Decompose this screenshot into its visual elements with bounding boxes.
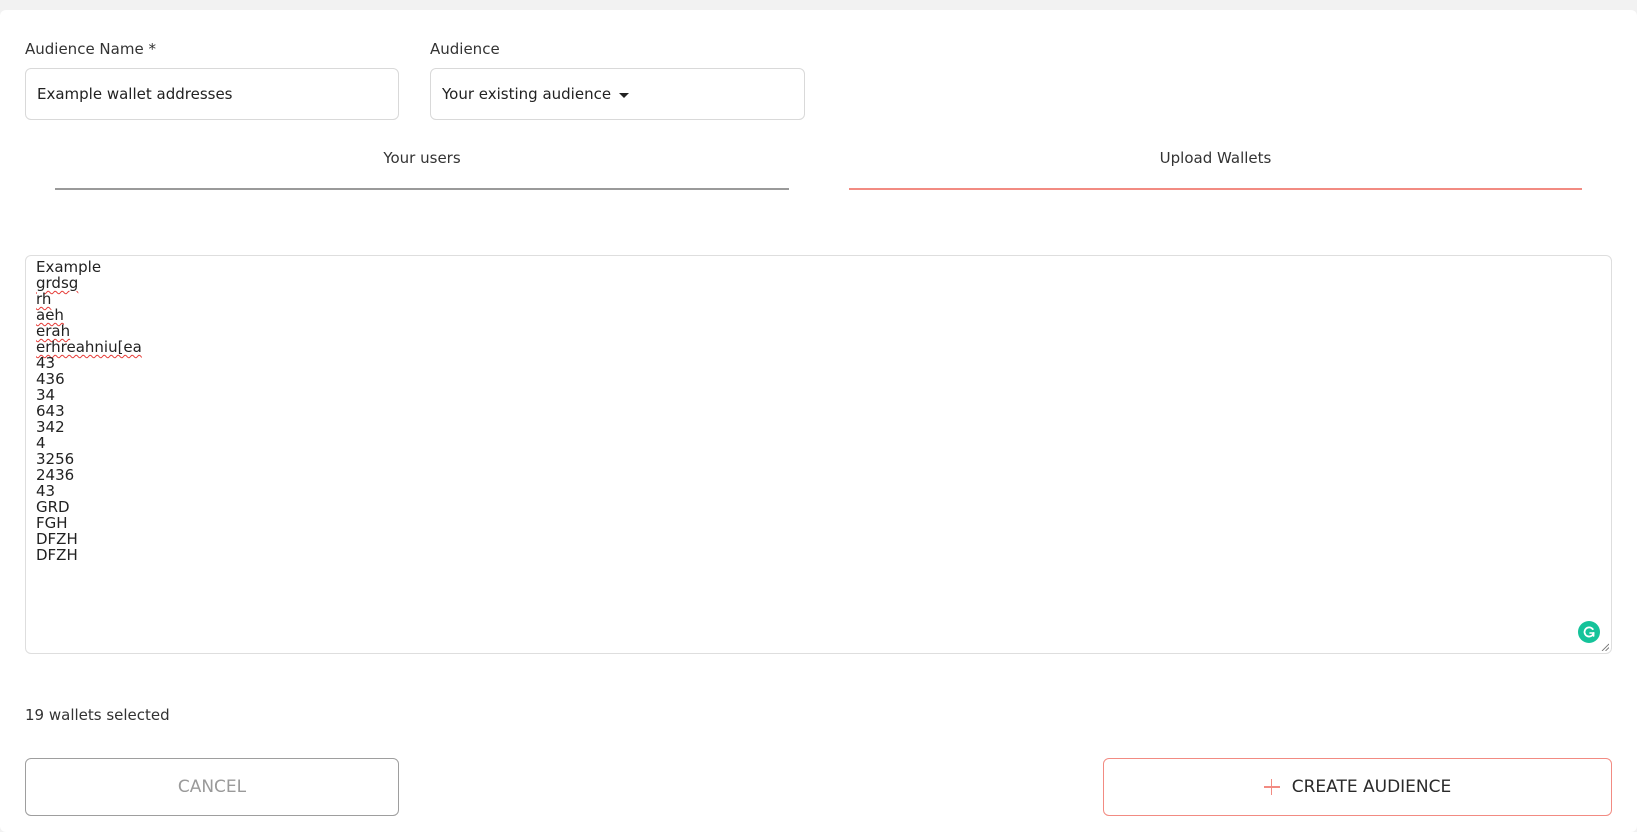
- wallet-line: 4: [36, 434, 46, 452]
- tab-your-users-label: Your users: [383, 149, 461, 167]
- audience-select-value: Your existing audience: [442, 85, 612, 103]
- wallet-line: rh: [36, 290, 52, 308]
- wallet-line: Example: [36, 258, 102, 276]
- wallet-line: 34: [36, 386, 56, 404]
- wallet-line: 2436: [36, 466, 75, 484]
- audience-label: Audience: [430, 40, 500, 58]
- wallet-line: DFZH: [36, 530, 78, 548]
- cancel-button[interactable]: CANCEL: [25, 758, 399, 816]
- plus-icon: [1263, 779, 1280, 795]
- create-audience-button[interactable]: CREATE AUDIENCE: [1103, 758, 1612, 816]
- wallet-line: 436: [36, 370, 65, 388]
- create-audience-label: CREATE AUDIENCE: [1291, 777, 1452, 797]
- wallet-line: 342: [36, 418, 65, 436]
- audience-select[interactable]: Your existing audience: [430, 68, 805, 120]
- audience-name-field-box[interactable]: [25, 68, 399, 120]
- wallet-line: FGH: [36, 514, 68, 532]
- wallet-line: 3256: [36, 450, 75, 468]
- wallet-line: 43: [36, 354, 56, 372]
- grammarly-icon[interactable]: [1578, 621, 1600, 643]
- wallet-line: aeh: [36, 306, 64, 324]
- tab-your-users[interactable]: Your users: [55, 149, 789, 190]
- cancel-button-label: CANCEL: [177, 777, 247, 797]
- wallet-lines: Example grdsg rh aeh erah erhreahniu[ea 43 436 3…: [36, 259, 1601, 563]
- tab-upload-wallets-label: Upload Wallets: [1159, 149, 1272, 167]
- wallet-line: erhreahniu[ea: [36, 338, 142, 356]
- tab-upload-wallets[interactable]: Upload Wallets: [849, 149, 1582, 190]
- wallet-line: 43: [36, 482, 56, 500]
- wallets-textarea[interactable]: Example grdsg rh aeh erah erhreahniu[ea 43 436 3…: [25, 255, 1612, 654]
- audience-form-card: Audience Name * Audience Your existing a…: [0, 10, 1637, 832]
- audience-name-input[interactable]: [37, 85, 362, 103]
- wallet-line: grdsg: [36, 274, 79, 292]
- wallet-line: erah: [36, 322, 71, 340]
- wallet-line: GRD: [36, 498, 70, 516]
- resize-handle-icon[interactable]: [1601, 643, 1609, 651]
- caret-down-icon: [619, 92, 630, 98]
- wallet-line: DFZH: [36, 546, 78, 564]
- audience-name-label: Audience Name *: [25, 40, 156, 58]
- wallet-count-text: 19 wallets selected: [25, 706, 170, 724]
- wallet-line: 643: [36, 402, 65, 420]
